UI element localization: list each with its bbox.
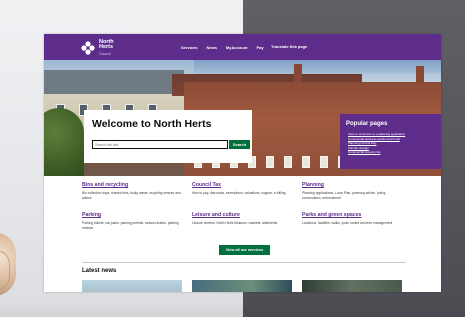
logo-line-3: Council — [99, 52, 111, 56]
news-image[interactable] — [302, 280, 402, 292]
service-link[interactable]: Parking — [82, 212, 182, 218]
service-bins: Bins and recycling Bin collection days, … — [82, 182, 182, 200]
service-link[interactable]: Bins and recycling — [82, 182, 182, 188]
service-parks: Parks and green spaces Locations, facili… — [302, 212, 402, 226]
logo-wordmark: North Herts — [99, 39, 149, 50]
hero-chimney — [294, 64, 302, 82]
section-divider — [82, 262, 406, 263]
service-planning: Planning Planning applications, Local Pl… — [302, 182, 402, 200]
service-link[interactable]: Parks and green spaces — [302, 212, 402, 218]
hero-sky — [194, 60, 441, 74]
service-parking: Parking Parking tickets, car parks, park… — [82, 212, 182, 230]
news-image[interactable] — [82, 280, 182, 292]
popular-pages-list: View or comment on a planning applicatio… — [348, 132, 405, 155]
popular-link[interactable]: Commercial property list — [348, 150, 405, 155]
search-button[interactable]: Search — [229, 140, 250, 149]
nav-services[interactable]: Services — [181, 45, 197, 50]
website-screen: North Herts Council Services News MyAcco… — [44, 34, 441, 292]
service-leisure: Leisure and culture Leisure centres, Nor… — [192, 212, 292, 226]
council-logo-icon — [81, 41, 95, 55]
site-search-input[interactable] — [92, 140, 228, 149]
service-description: Locations, facilities, walks, cycle rout… — [302, 221, 393, 225]
welcome-heading: Welcome to North Herts — [92, 118, 212, 130]
view-all-services-button[interactable]: View all our services — [219, 245, 270, 255]
site-header: North Herts Council Services News MyAcco… — [44, 34, 441, 60]
photo-shadow — [0, 300, 465, 317]
nav-news[interactable]: News — [206, 45, 216, 50]
site-logo[interactable]: North Herts Council — [80, 39, 150, 57]
service-link[interactable]: Council Tax — [192, 182, 292, 188]
logo-line-2: Herts — [99, 44, 114, 50]
service-description: Parking tickets, car parks, parking perm… — [82, 221, 179, 230]
service-description: Bin collection days, missed bins, bulky … — [82, 191, 181, 200]
popular-pages-panel: Popular pages View or comment on a plann… — [340, 114, 441, 169]
nav-pay[interactable]: Pay — [256, 45, 263, 50]
nav-myaccount[interactable]: MyAccount — [226, 45, 248, 50]
service-link[interactable]: Planning — [302, 182, 402, 188]
news-image[interactable] — [192, 280, 292, 292]
translate-link[interactable]: Translate this page — [271, 44, 307, 49]
main-nav: Services News MyAccount Pay — [181, 44, 264, 51]
welcome-search-panel: Welcome to North Herts Search — [84, 110, 252, 163]
service-description: Leisure centres, North Herts Museum, mar… — [192, 221, 278, 225]
service-link[interactable]: Leisure and culture — [192, 212, 292, 218]
service-council-tax: Council Tax How to pay, discounts, exemp… — [192, 182, 292, 196]
service-description: How to pay, discounts, exemptions, valua… — [192, 191, 286, 195]
popular-link[interactable]: View or comment on a planning applicatio… — [348, 132, 405, 137]
popular-pages-heading: Popular pages — [346, 121, 388, 127]
latest-news-heading: Latest news — [82, 268, 117, 274]
service-description: Planning applications, Local Plan, plann… — [302, 191, 387, 200]
hero-chimney — [416, 66, 424, 84]
hero-trees — [44, 108, 84, 176]
